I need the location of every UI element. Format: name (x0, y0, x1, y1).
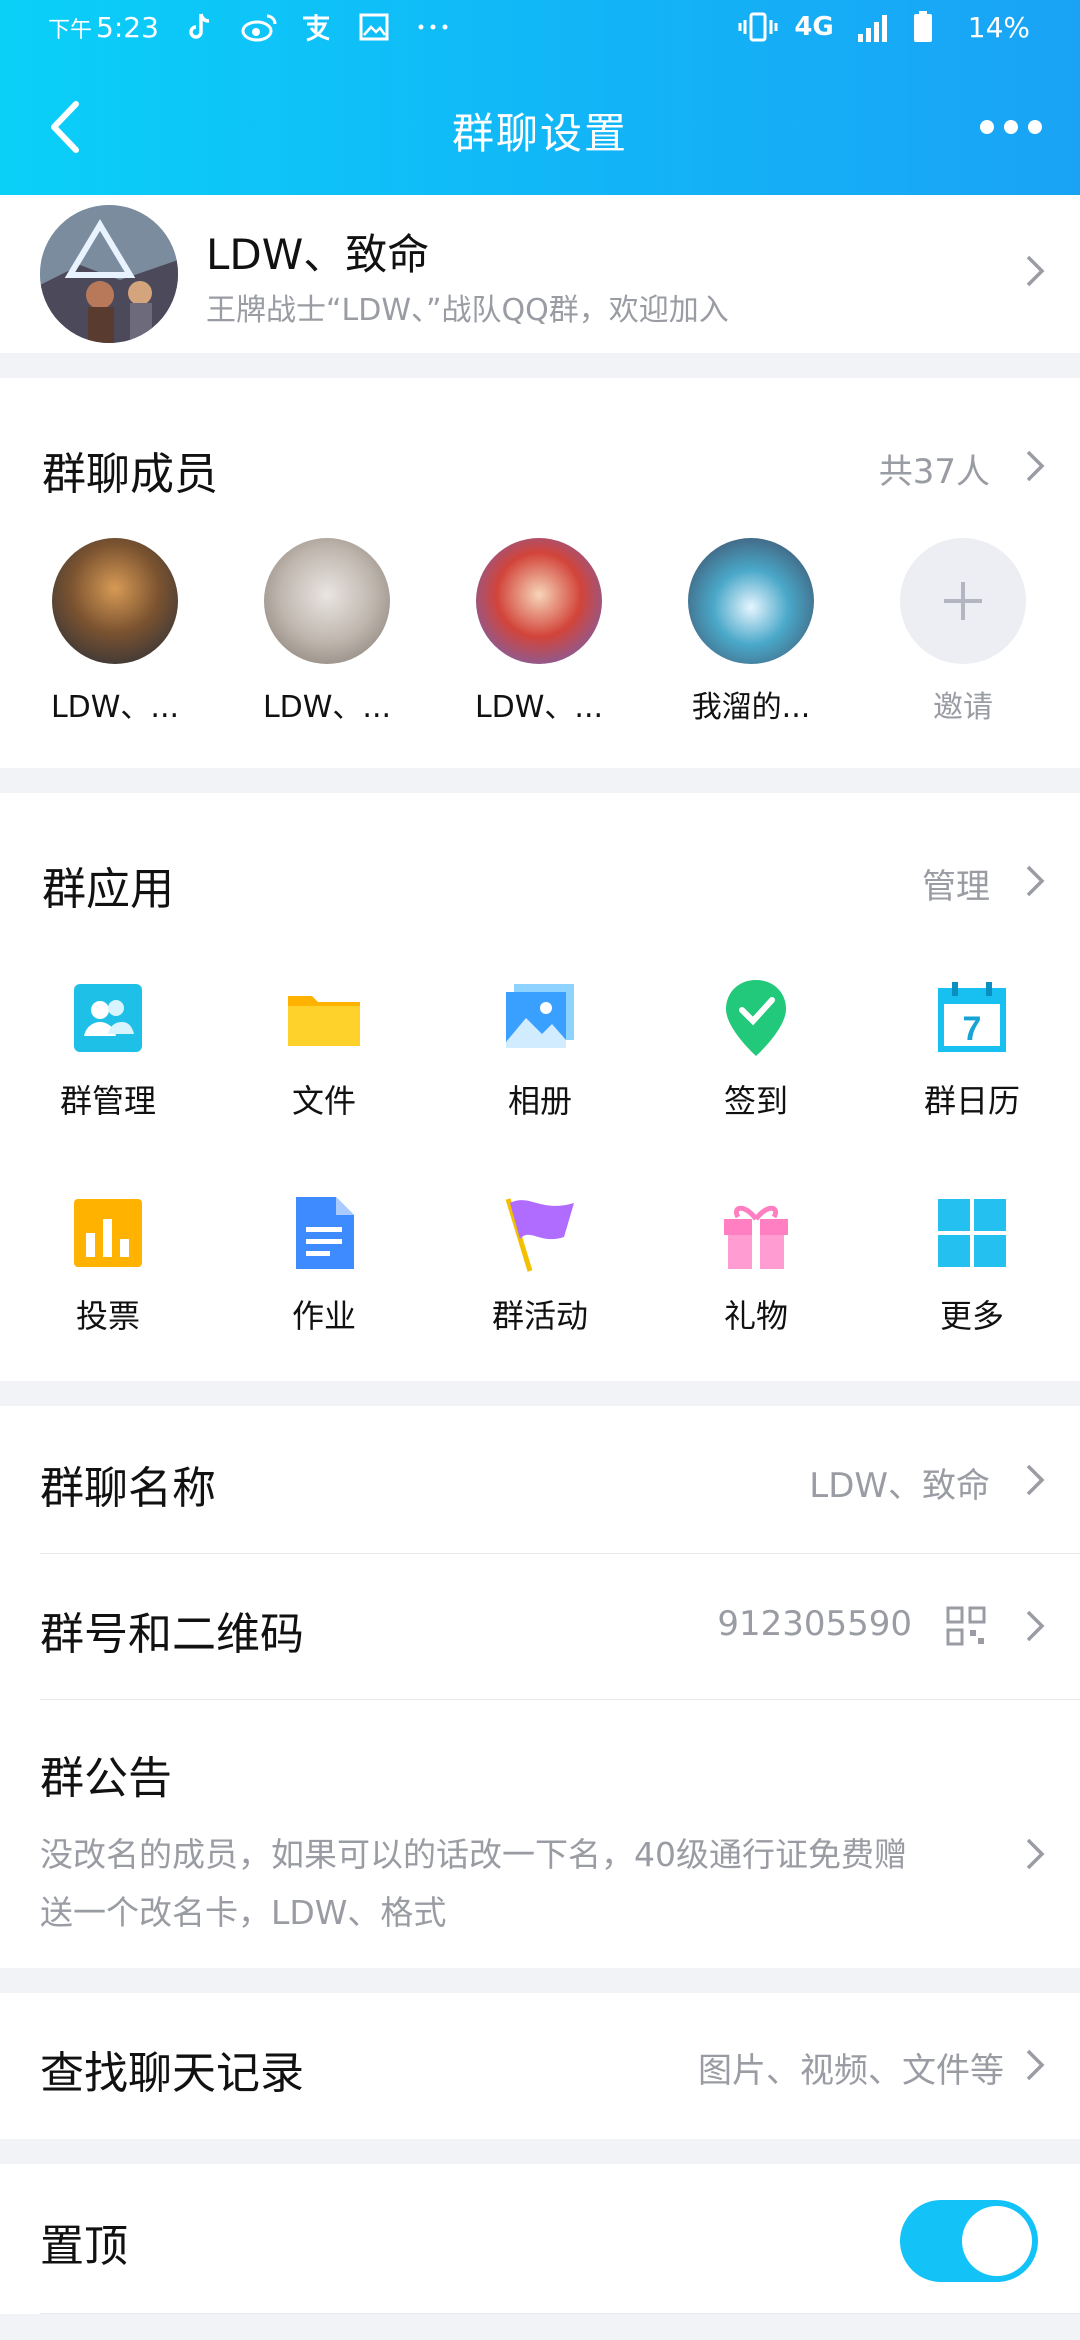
app-activity[interactable]: 群活动 (450, 1193, 630, 1337)
member-name: LDW、... (474, 690, 604, 725)
more-options-icon[interactable] (980, 112, 1050, 142)
app-label: 相册 (507, 1082, 572, 1120)
app-label: 投票 (75, 1297, 140, 1335)
members-section: 群聊成员 共37人 LDW、... LDW、... LDW、... 我溜的...… (0, 378, 1080, 768)
status-bar: 下午 5:23 4G 14% (0, 0, 1080, 60)
app-homework[interactable]: 作业 (234, 1193, 414, 1337)
divider (40, 2313, 1080, 2314)
announcement-text: 没改名的成员，如果可以的话改一下名，40级通行证免费赠 送一个改名卡，LDW、格… (40, 1835, 907, 1932)
chevron-right-icon (1024, 2047, 1046, 2083)
chevron-right-icon (1024, 253, 1046, 289)
calendar-icon: 7 (932, 978, 1012, 1058)
alipay-icon (299, 10, 333, 44)
apps-title: 群应用 (42, 864, 174, 915)
pin-top-toggle[interactable] (900, 2200, 1038, 2282)
app-label: 更多 (939, 1297, 1004, 1335)
avatar (264, 538, 390, 664)
toggle-knob (962, 2206, 1032, 2276)
member-name: 我溜的... (691, 690, 811, 725)
signal-icon (856, 10, 890, 44)
group-description: 王牌战士“LDW、”战队QQ群，欢迎加入 (206, 293, 729, 328)
group-manage-icon (68, 978, 148, 1058)
invite-label: 邀请 (933, 690, 993, 725)
app-label: 群管理 (59, 1082, 156, 1120)
battery-level: 14% (967, 10, 1030, 44)
app-gift[interactable]: 礼物 (666, 1193, 846, 1337)
row-group-number[interactable]: 群号和二维码 912305590 (0, 1554, 1080, 1700)
status-time: 下午 5:23 (48, 10, 159, 44)
group-avatar (40, 205, 178, 343)
app-more[interactable]: 更多 (882, 1193, 1062, 1337)
member-item[interactable]: LDW、... (237, 538, 417, 726)
app-label: 群活动 (491, 1297, 588, 1335)
folder-icon (284, 978, 364, 1058)
gallery-icon (357, 10, 391, 44)
battery-icon (912, 10, 946, 44)
avatar (688, 538, 814, 664)
network-type: 4G (794, 12, 834, 42)
group-profile[interactable]: LDW、致命 王牌战士“LDW、”战队QQ群，欢迎加入 (0, 195, 1080, 353)
app-checkin[interactable]: 签到 (666, 978, 846, 1122)
app-files[interactable]: 文件 (234, 978, 414, 1122)
grid-icon (932, 1193, 1012, 1273)
group-name-value: LDW、致命 (809, 1466, 990, 1506)
svg-text:7: 7 (963, 1010, 982, 1048)
chevron-right-icon (1024, 1608, 1046, 1644)
gift-icon (716, 1193, 796, 1273)
pin-top-label: 置顶 (40, 2221, 128, 2272)
member-name: LDW、... (50, 690, 180, 725)
member-item[interactable]: 我溜的... (661, 538, 841, 726)
chevron-right-icon[interactable] (1024, 448, 1046, 484)
apps-manage[interactable]: 管理 (922, 859, 990, 908)
announcement-label: 群公告 (40, 1753, 172, 1804)
app-album[interactable]: 相册 (450, 978, 630, 1122)
app-calendar[interactable]: 7 群日历 (882, 978, 1062, 1122)
album-icon (500, 978, 580, 1058)
search-history-label: 查找聊天记录 (40, 2048, 304, 2099)
group-name-label: 群聊名称 (40, 1463, 216, 1514)
group-apps-section: 群应用 管理 群管理 文件 相册 签到 7 群日历 投票 作业 群活动 礼物 更… (0, 793, 1080, 1381)
vibrate-icon (738, 10, 778, 44)
members-title: 群聊成员 (42, 449, 218, 500)
member-name: LDW、... (262, 690, 392, 725)
invite-button[interactable]: 邀请 (873, 538, 1053, 726)
flag-icon (500, 1193, 580, 1273)
header-bar: 下午 5:23 4G 14% 群聊设置 (0, 0, 1080, 195)
members-count[interactable]: 共37人 (879, 444, 990, 493)
app-group-manage[interactable]: 群管理 (18, 978, 198, 1122)
checkin-icon (716, 978, 796, 1058)
app-label: 签到 (723, 1082, 788, 1120)
row-announcement[interactable]: 群公告 没改名的成员，如果可以的话改一下名，40级通行证免费赠 送一个改名卡，L… (0, 1700, 1080, 1968)
member-item[interactable]: LDW、... (25, 538, 205, 726)
group-name: LDW、致命 (206, 230, 430, 279)
qr-code-icon (946, 1606, 986, 1646)
row-search-history[interactable]: 查找聊天记录 图片、视频、文件等 (0, 1993, 1080, 2139)
chevron-right-icon (1024, 1462, 1046, 1498)
avatar (476, 538, 602, 664)
search-history-hint: 图片、视频、文件等 (698, 2051, 1004, 2091)
weibo-icon (241, 10, 277, 44)
app-label: 群日历 (923, 1082, 1020, 1120)
more-notifications-icon (415, 10, 449, 44)
chevron-right-icon (1024, 1836, 1046, 1872)
chevron-right-icon[interactable] (1024, 863, 1046, 899)
group-number-value: 912305590 (717, 1604, 912, 1644)
group-number-label: 群号和二维码 (40, 1609, 304, 1660)
row-pin-top: 置顶 (0, 2164, 1080, 2314)
vote-icon (68, 1193, 148, 1273)
member-item[interactable]: LDW、... (449, 538, 629, 726)
app-vote[interactable]: 投票 (18, 1193, 198, 1337)
row-group-name[interactable]: 群聊名称 LDW、致命 (0, 1406, 1080, 1554)
document-icon (284, 1193, 364, 1273)
avatar (52, 538, 178, 664)
app-label: 作业 (291, 1297, 356, 1335)
page-title: 群聊设置 (451, 109, 628, 158)
app-label: 礼物 (723, 1297, 788, 1335)
app-label: 文件 (291, 1082, 356, 1120)
plus-icon (900, 538, 1026, 664)
tiktok-icon (183, 10, 217, 44)
